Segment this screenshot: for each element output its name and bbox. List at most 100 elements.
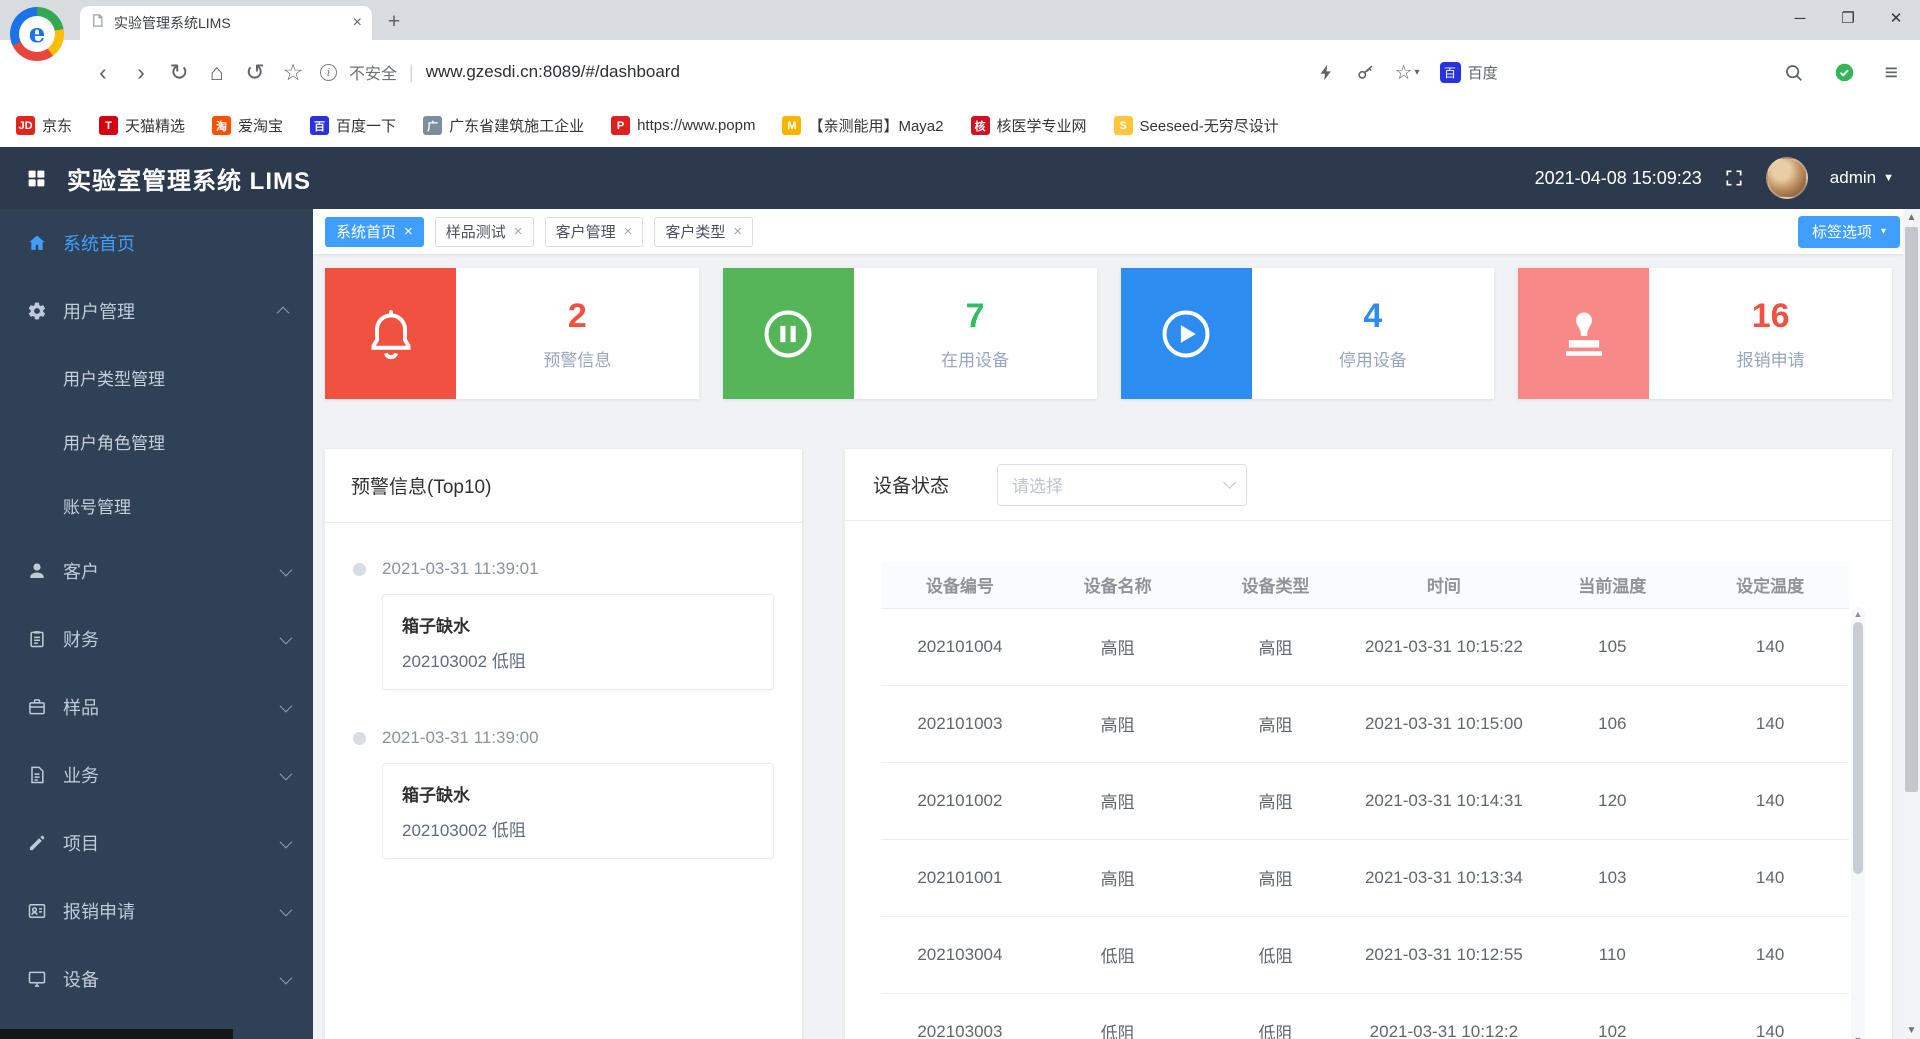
sidebar-item-customer[interactable]: 客户 <box>0 537 313 605</box>
grid-icon[interactable] <box>26 168 47 189</box>
url-text[interactable]: www.gzesdi.cn:8089/#/dashboard <box>426 62 680 82</box>
bookmark-item[interactable]: 核 核医学专业网 <box>971 115 1087 136</box>
bookmark-item[interactable]: JD 京东 <box>16 115 72 136</box>
info-icon[interactable]: i <box>320 64 337 81</box>
bookmark-favicon: 百 <box>310 116 329 135</box>
refresh-button[interactable]: ↻ <box>160 59 198 86</box>
sidebar-item-finance[interactable]: 财务 <box>0 605 313 673</box>
page-tab-2[interactable]: 客户管理 × <box>545 217 644 247</box>
sidebar-item-user-mgmt[interactable]: 用户管理 <box>0 277 313 345</box>
scroll-up-icon[interactable]: ▲ <box>1851 609 1865 619</box>
baidu-label: 百度 <box>1468 62 1498 83</box>
bookmark-item[interactable]: M 【亲测能用】Maya2 <box>782 115 943 136</box>
sidebar-subitem-account[interactable]: 账号管理 <box>0 473 313 537</box>
lightning-icon[interactable] <box>1317 63 1336 82</box>
sidebar-item-home[interactable]: 系统首页 <box>0 209 313 277</box>
table-scrollbar-thumb[interactable] <box>1853 622 1863 874</box>
window-controls: ─ ❐ ✕ <box>1776 0 1920 36</box>
bookmark-item[interactable]: T 天猫精选 <box>99 115 185 136</box>
page-scrollbar-thumb[interactable] <box>1905 227 1918 792</box>
sidebar-item-project[interactable]: 项目 <box>0 809 313 877</box>
page-tabs: 系统首页 × 样品测试 × 客户管理 × 客户类型 × <box>325 217 753 247</box>
search-icon[interactable] <box>1783 62 1804 83</box>
stat-value: 4 <box>1363 297 1382 336</box>
taskbar-peek[interactable] <box>0 1029 233 1039</box>
bookmark-item[interactable]: P https://www.popm <box>611 116 755 135</box>
sidebar-item-sample[interactable]: 样品 <box>0 673 313 741</box>
app-header: 实验室管理系统 LIMS 2021-04-08 15:09:23 admin▼ <box>0 147 1920 209</box>
sidebar-subitem-user-type[interactable]: 用户类型管理 <box>0 345 313 409</box>
page-tab-label: 客户类型 <box>665 221 725 242</box>
user-menu[interactable]: admin▼ <box>1830 168 1894 188</box>
table-cell: 高阻 <box>1197 685 1355 762</box>
bookmark-star-dropdown[interactable]: ☆▾ <box>1395 60 1420 85</box>
table-header-row: 设备编号设备名称设备类型时间当前温度设定温度 <box>881 562 1849 608</box>
shield-check-icon[interactable] <box>1834 62 1855 83</box>
bookmark-label: 广东省建筑施工企业 <box>449 115 584 136</box>
bookmark-item[interactable]: 广 广东省建筑施工企业 <box>423 115 584 136</box>
table-cell: 103 <box>1533 839 1691 916</box>
bookmark-favicon: M <box>782 116 801 135</box>
key-icon[interactable] <box>1356 63 1375 82</box>
table-cell: 低阻 <box>1039 993 1197 1039</box>
close-icon[interactable]: × <box>514 224 523 239</box>
scroll-down-icon[interactable]: ▼ <box>1903 1025 1920 1036</box>
box-icon <box>27 697 47 717</box>
sidebar-item-business[interactable]: 业务 <box>0 741 313 809</box>
hamburger-menu-icon[interactable]: ≡ <box>1885 59 1898 86</box>
device-panel-title: 设备状态 <box>873 471 949 498</box>
browser-logo-icon[interactable]: e <box>10 7 64 61</box>
page-tab-0[interactable]: 系统首页 × <box>325 217 424 247</box>
avatar[interactable] <box>1766 157 1808 199</box>
sidebar-item-label: 样品 <box>63 694 99 720</box>
undo-button[interactable]: ↺ <box>236 59 274 86</box>
gear-icon <box>27 301 47 321</box>
warning-panel-title: 预警信息(Top10) <box>325 449 802 523</box>
page-tab-3[interactable]: 客户类型 × <box>654 217 753 247</box>
bookmark-item[interactable]: 百 百度一下 <box>310 115 396 136</box>
page-tab-1[interactable]: 样品测试 × <box>435 217 534 247</box>
sidebar-item-reimburse[interactable]: 报销申请 <box>0 877 313 945</box>
close-icon[interactable]: × <box>404 224 413 239</box>
favorites-star-button[interactable]: ☆ <box>274 59 312 86</box>
sidebar: 系统首页 用户管理 用户类型管理 用户角色管理 账号管理 客户 财务 样品 业务… <box>0 209 313 1039</box>
forward-button[interactable]: › <box>122 59 160 86</box>
sidebar-subitem-user-role[interactable]: 用户角色管理 <box>0 409 313 473</box>
table-scrollbar[interactable]: ▲ ▼ <box>1851 607 1865 1039</box>
bookmark-label: https://www.popm <box>637 117 755 134</box>
fullscreen-icon[interactable] <box>1724 168 1744 188</box>
close-icon[interactable]: × <box>733 224 742 239</box>
timeline-dot-icon <box>353 563 366 576</box>
table-cell: 高阻 <box>1197 762 1355 839</box>
chevron-down-icon <box>280 971 293 984</box>
browser-home-button[interactable]: ⌂ <box>198 59 236 86</box>
window-close-button[interactable]: ✕ <box>1872 0 1920 36</box>
address-bar[interactable]: i 不安全 | www.gzesdi.cn:8089/#/dashboard ☆… <box>320 60 1783 85</box>
baidu-icon: 百 <box>1440 62 1461 83</box>
sidebar-subitem-label: 用户类型管理 <box>63 365 165 390</box>
chevron-down-icon <box>280 835 293 848</box>
back-button[interactable]: ‹ <box>84 59 122 86</box>
bookmark-label: 京东 <box>42 115 72 136</box>
tab-close-icon[interactable]: × <box>353 14 362 32</box>
table-header-cell: 设定温度 <box>1691 562 1849 608</box>
bookmark-item[interactable]: 淘 爱淘宝 <box>212 115 283 136</box>
bookmark-item[interactable]: S Seeseed-无穷尽设计 <box>1114 115 1279 136</box>
scroll-up-icon[interactable]: ▲ <box>1903 212 1920 223</box>
device-status-select[interactable]: 请选择 <box>997 464 1247 506</box>
baidu-extension-badge[interactable]: 百 百度 <box>1440 62 1498 83</box>
page-scrollbar[interactable]: ▲ ▼ <box>1903 209 1920 1039</box>
minimize-button[interactable]: ─ <box>1776 0 1824 36</box>
warning-card: 箱子缺水 202103002 低阻 <box>382 763 774 859</box>
new-tab-button[interactable]: + <box>378 6 410 38</box>
sidebar-item-device[interactable]: 设备 <box>0 945 313 1013</box>
bookmark-favicon: S <box>1114 116 1133 135</box>
maximize-button[interactable]: ❐ <box>1824 0 1872 36</box>
close-icon[interactable]: × <box>624 224 633 239</box>
browser-tab[interactable]: 实验管理系统LIMS × <box>80 6 372 40</box>
tag-options-button[interactable]: 标签选项 ▾ <box>1798 216 1900 248</box>
table-cell: 低阻 <box>1197 993 1355 1039</box>
table-cell: 140 <box>1691 608 1849 685</box>
bookmark-favicon: 核 <box>971 116 990 135</box>
scroll-down-icon[interactable]: ▼ <box>1851 1035 1865 1039</box>
